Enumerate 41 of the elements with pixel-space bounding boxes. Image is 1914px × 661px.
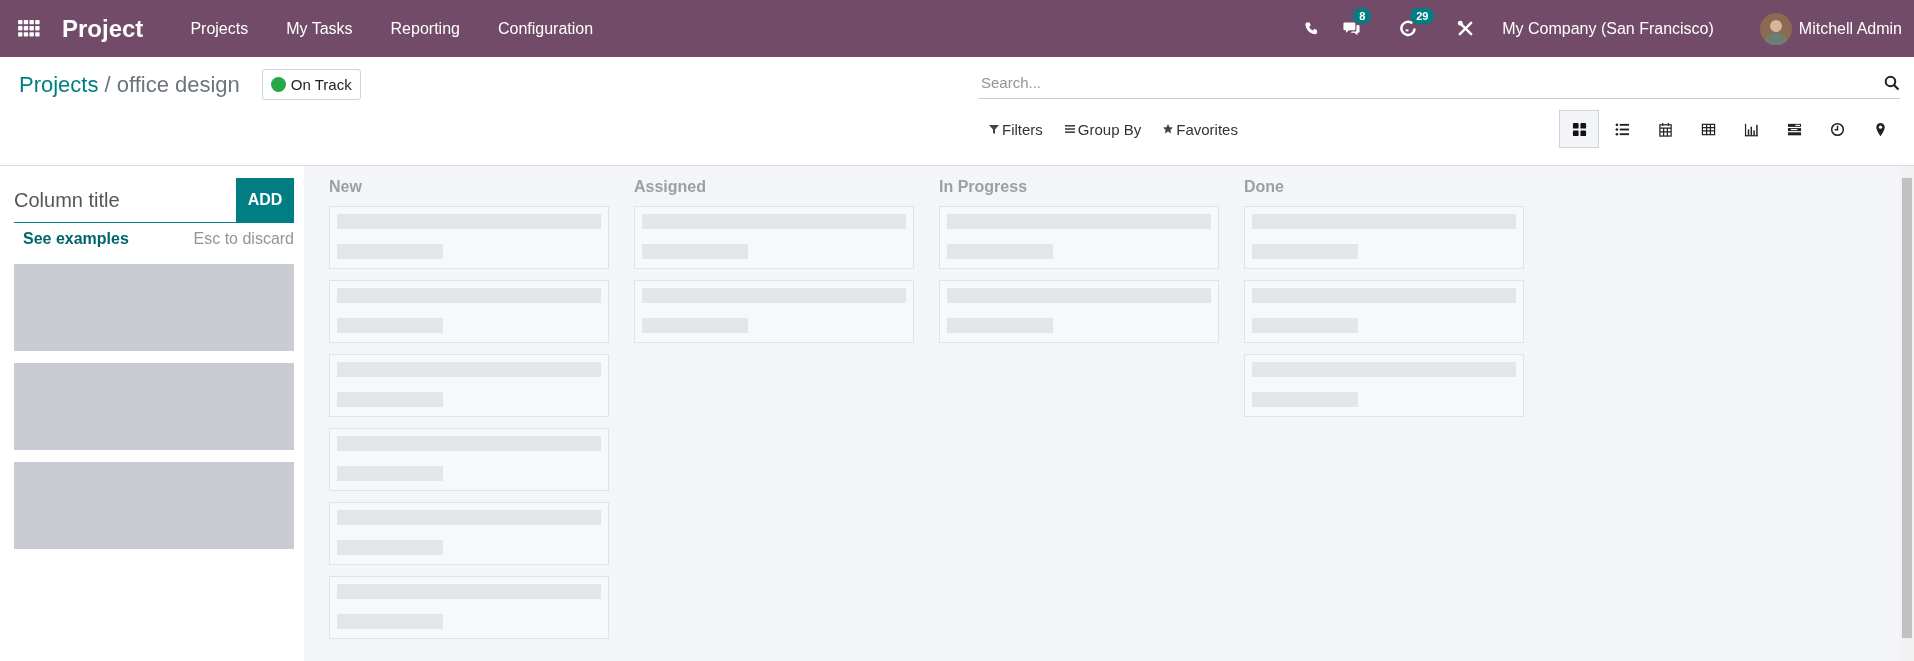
search-icon[interactable] (1884, 74, 1900, 91)
column-title: New (329, 177, 363, 197)
app-name[interactable]: Project (62, 14, 144, 43)
discard-hint: Esc to discard (193, 230, 294, 248)
pivot-icon (1700, 121, 1716, 137)
menu-item[interactable]: Configuration (497, 19, 594, 38)
star-icon (1163, 124, 1174, 134)
column-title: Done (1244, 177, 1285, 197)
funnel-icon (989, 124, 999, 134)
calendar-icon (1657, 121, 1673, 137)
kanban-view-button[interactable] (1559, 110, 1599, 148)
message-count-badge: 8 (1353, 8, 1372, 24)
lines-icon (1064, 124, 1075, 134)
column-title: In Progress (939, 177, 1029, 197)
search-option-button[interactable]: Favorites (1163, 120, 1238, 138)
clock-icon[interactable] (1400, 20, 1418, 37)
tools-icon[interactable] (1457, 20, 1475, 37)
menu-item[interactable]: Projects (190, 19, 249, 38)
user-menu[interactable]: Mitchell Admin (1798, 19, 1902, 38)
menu-item[interactable]: My Tasks (286, 19, 353, 38)
list-icon (1614, 121, 1630, 137)
menu-item[interactable]: Reporting (390, 19, 460, 38)
see-examples-link[interactable]: See examples (23, 230, 129, 248)
company-switcher[interactable]: My Company (San Francisco) (1502, 19, 1714, 38)
avatar-icon[interactable] (1759, 12, 1792, 45)
graph-icon (1743, 121, 1759, 137)
activity-icon (1829, 121, 1845, 137)
search-option-button[interactable]: Filters (989, 120, 1043, 138)
column-title: Assigned (634, 177, 707, 197)
phone-icon[interactable] (1304, 21, 1320, 36)
search-option-button[interactable]: Group By (1064, 120, 1142, 138)
kanban-icon (1571, 121, 1587, 137)
breadcrumb-current: / office design (104, 71, 240, 98)
chat-icon[interactable] (1343, 20, 1361, 37)
breadcrumb-link[interactable]: Projects (19, 71, 99, 98)
gantt-icon (1786, 121, 1802, 137)
activity-count-badge: 29 (1410, 8, 1435, 24)
scrollbar[interactable] (1900, 166, 1914, 661)
apps-menu-icon[interactable] (18, 20, 40, 37)
status-button[interactable]: On Track (261, 69, 361, 100)
add-button[interactable]: ADD (236, 178, 294, 222)
